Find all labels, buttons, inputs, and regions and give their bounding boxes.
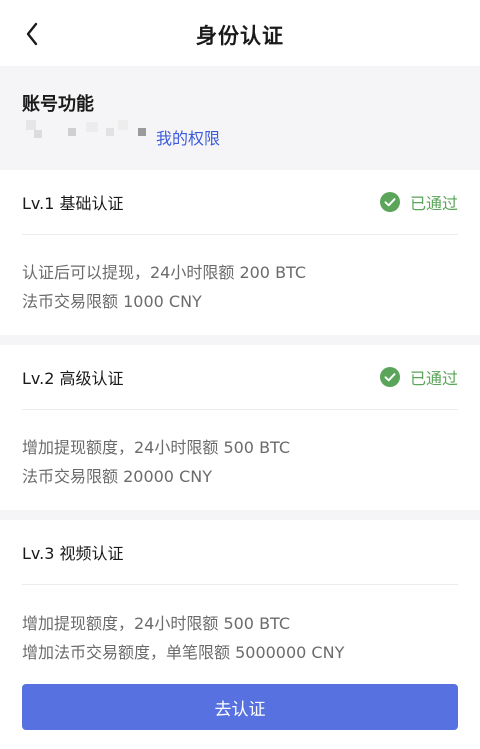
my-permissions-link[interactable]: 我的权限 bbox=[156, 125, 220, 149]
status-text: 已通过 bbox=[409, 369, 458, 388]
level-name: Lv.2 高级认证 bbox=[22, 369, 124, 388]
status-text: 已通过 bbox=[409, 194, 458, 213]
level-header: Lv.1 基础认证 已通过 bbox=[22, 170, 458, 235]
account-section: 账号功能 bbox=[0, 66, 480, 170]
level-name: Lv.3 视频认证 bbox=[22, 544, 124, 563]
level-description-line: 增加法币交易额度，单笔限额 5000000 CNY bbox=[22, 643, 345, 662]
check-circle-icon bbox=[379, 192, 400, 212]
divider bbox=[0, 335, 480, 345]
status-badge: 已通过 bbox=[379, 365, 458, 389]
level-card-1: Lv.1 基础认证 已通过 认证后可以提现，24小时限额 200 BTC 法币交… bbox=[0, 170, 480, 333]
app-header: 身份认证 bbox=[0, 0, 480, 66]
account-title: 账号功能 bbox=[22, 94, 94, 115]
level-description-line: 认证后可以提现，24小时限额 200 BTC bbox=[22, 263, 307, 282]
level-card-2: Lv.2 高级认证 已通过 增加提现额度，24小时限额 500 BTC 法币交易… bbox=[0, 345, 480, 508]
page-title: 身份认证 bbox=[196, 24, 284, 48]
level-name: Lv.1 基础认证 bbox=[22, 194, 124, 213]
level-description-line: 增加提现额度，24小时限额 500 BTC bbox=[22, 614, 291, 633]
divider bbox=[0, 510, 480, 520]
level-header: Lv.3 视频认证 bbox=[22, 520, 458, 585]
level-description-line: 增加提现额度，24小时限额 500 BTC bbox=[22, 438, 291, 457]
level-description-line: 法币交易限额 20000 CNY bbox=[22, 467, 212, 486]
level-header: Lv.2 高级认证 已通过 bbox=[22, 345, 458, 410]
status-badge: 已通过 bbox=[379, 190, 458, 214]
start-verification-button[interactable]: 去认证 bbox=[22, 684, 458, 730]
check-circle-icon bbox=[379, 367, 400, 387]
level-description-line: 法币交易限额 1000 CNY bbox=[22, 292, 202, 311]
